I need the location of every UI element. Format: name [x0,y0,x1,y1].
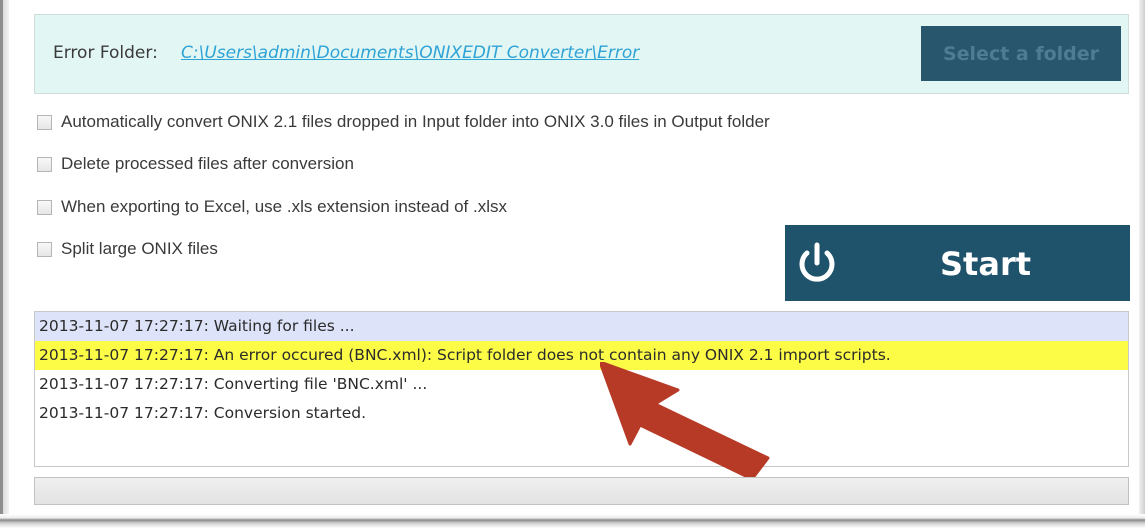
start-button-label: Start [940,245,1032,283]
split-files-checkbox[interactable] [37,241,52,257]
select-folder-button[interactable]: Select a folder [921,26,1121,81]
option-delete-processed-label: Delete processed files after conversion [61,154,354,173]
xls-extension-checkbox[interactable] [37,199,52,215]
auto-convert-checkbox[interactable] [37,114,52,130]
window-right-border [1139,0,1145,528]
start-button[interactable]: Start [785,225,1130,301]
log-entry-converting[interactable]: 2013-11-07 17:27:17: Converting file 'BN… [35,370,1128,399]
log-entry-waiting[interactable]: 2013-11-07 17:27:17: Waiting for files .… [35,312,1128,341]
error-folder-panel: Error Folder: C:\Users\admin\Documents\O… [34,14,1129,94]
option-split-files-label: Split large ONIX files [61,239,218,258]
option-xls-extension[interactable]: When exporting to Excel, use .xls extens… [37,197,507,217]
log-entry-started[interactable]: 2013-11-07 17:27:17: Conversion started. [35,399,1128,428]
option-split-files[interactable]: Split large ONIX files [37,239,218,259]
delete-processed-checkbox[interactable] [37,156,52,172]
power-icon [799,242,835,282]
progress-bar [34,477,1129,505]
option-auto-convert-label: Automatically convert ONIX 2.1 files dro… [61,112,770,131]
error-folder-label: Error Folder: [53,43,158,63]
error-folder-path-link[interactable]: C:\Users\admin\Documents\ONIXEDIT Conver… [181,43,639,63]
option-delete-processed[interactable]: Delete processed files after conversion [37,154,354,174]
converter-window: Error Folder: C:\Users\admin\Documents\O… [0,0,1145,528]
log-list[interactable]: 2013-11-07 17:27:17: Waiting for files .… [34,311,1129,467]
option-xls-extension-label: When exporting to Excel, use .xls extens… [61,197,508,216]
annotation-arrow-icon [600,362,770,481]
window-bottom-border [0,514,1145,528]
window-left-border [0,0,9,528]
option-auto-convert[interactable]: Automatically convert ONIX 2.1 files dro… [37,112,770,132]
log-entry-error[interactable]: 2013-11-07 17:27:17: An error occured (B… [35,341,1128,370]
